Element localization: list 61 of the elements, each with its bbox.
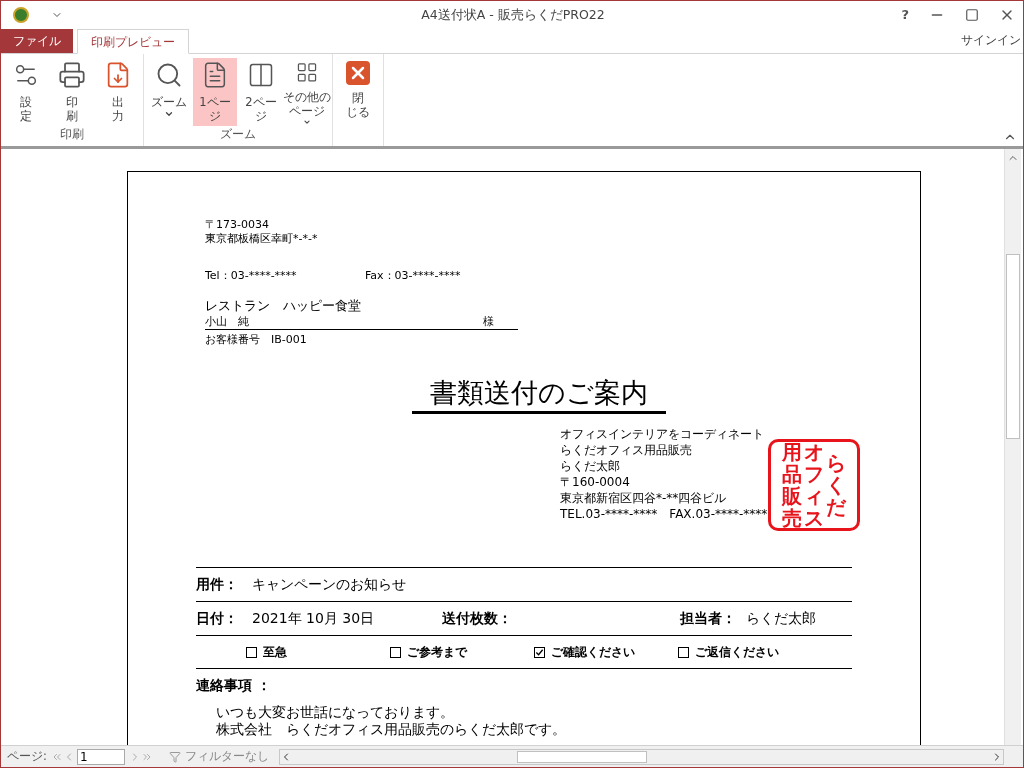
app-logo-icon[interactable] (13, 7, 29, 23)
scroll-thumb[interactable] (516, 750, 647, 763)
field-label: 担当者： (680, 609, 736, 628)
checkbox-label: ご確認ください (551, 644, 635, 661)
date-value: 2021年 10月 30日 (252, 609, 376, 628)
sender-line: オフィスインテリアをコーディネート (560, 426, 765, 442)
scroll-thumb[interactable] (1006, 254, 1020, 439)
horizontal-scrollbar[interactable] (278, 748, 1004, 765)
ribbon-tab[interactable]: 印刷プレビュー (77, 29, 189, 54)
group-label: ズーム (219, 126, 257, 143)
customer-number: お客様番号 IB-001 (205, 333, 308, 347)
tel-number: Tel：03-****-**** (205, 269, 298, 283)
window-title: A4送付状A - 販売らくだPRO22 (420, 5, 606, 24)
caret-icon (164, 109, 174, 119)
notes-line: いつも大変お世話になっております。 (216, 704, 455, 721)
checkbox-label: ご参考まで (407, 644, 467, 661)
page-number-field[interactable]: 1 (76, 748, 125, 765)
recipient-address: 東京都板橋区幸町*-*-* (205, 232, 319, 246)
file-tab[interactable]: ファイル (1, 29, 73, 53)
ribbon-button[interactable]: 設 定 (4, 58, 48, 126)
field-label: 送付枚数： (442, 609, 512, 628)
field-label: 用件： (196, 575, 239, 594)
ribbon-button[interactable]: 出 力 (96, 58, 140, 126)
sender-line: TEL.03-****-**** FAX.03-****-**** (560, 506, 768, 522)
stamp-text: 用品販売 (782, 442, 802, 528)
ribbon-button[interactable]: ズーム (147, 58, 191, 126)
sign-in-link[interactable]: サインイン (961, 31, 1021, 49)
page-label: ページ: (7, 747, 47, 765)
ribbon-button[interactable]: その他の ページ (285, 58, 329, 126)
vertical-scrollbar[interactable] (1004, 149, 1021, 745)
fax-number: Fax：03-****-**** (365, 269, 461, 283)
close-icon (346, 61, 370, 85)
honorific: 様 (483, 315, 494, 329)
sender-line: らくだオフィス用品販売 (560, 442, 693, 458)
stamp-text: オフィス (804, 442, 824, 528)
subject-value: キャンペーンのお知らせ (252, 575, 406, 594)
search-icon (155, 61, 183, 89)
printer-icon (58, 61, 86, 89)
document-title: 書類送付のご案内 (412, 375, 666, 414)
group-label: 印刷 (59, 126, 85, 143)
checkbox-label: ご返信ください (695, 644, 779, 661)
help-button[interactable]: ? (901, 5, 909, 25)
maximize-icon[interactable] (965, 8, 979, 22)
checkbox-label: 至急 (263, 644, 287, 661)
recipient-name: 小山 純 (205, 315, 249, 329)
two-pages-icon (247, 61, 275, 89)
filter-icon[interactable] (168, 750, 181, 763)
stamp-text: らくだ (826, 450, 846, 521)
sender-line: 〒160-0004 (560, 474, 631, 490)
field-label: 日付： (196, 609, 239, 628)
recipient-company: レストラン ハッピー食堂 (205, 297, 362, 315)
notes-line: 株式会社 らくだオフィス用品販売のらくだ太郎です。 (216, 721, 567, 738)
ribbon-button[interactable]: 1ペー ジ (193, 58, 237, 126)
ribbon-button[interactable]: 印 刷 (50, 58, 94, 126)
ribbon-button[interactable]: 閉 じる (336, 58, 380, 126)
notes-label: 連絡事項 ： (196, 676, 272, 695)
postal-code: 〒173-0034 (205, 218, 270, 232)
staff-value: らくだ太郎 (746, 609, 816, 628)
sender-line: 東京都新宿区四谷*-**四谷ビル (560, 490, 728, 506)
ribbon-button[interactable]: 2ペー ジ (239, 58, 283, 126)
sender-line: らくだ太郎 (560, 458, 621, 474)
